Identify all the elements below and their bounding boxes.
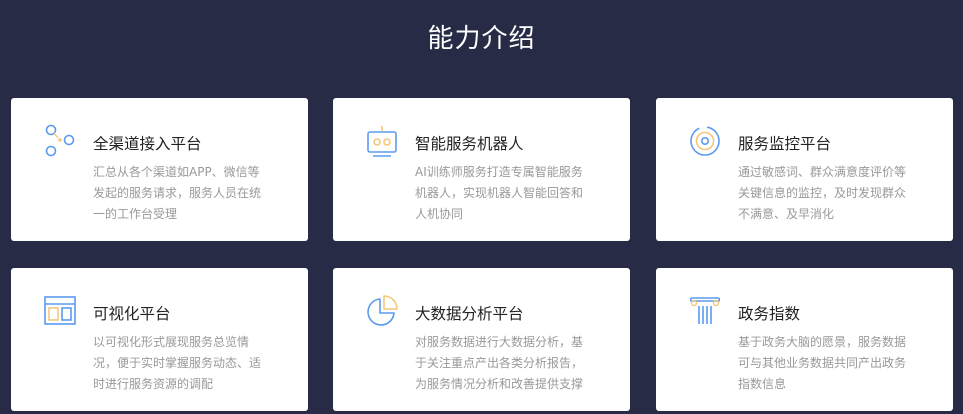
pie-chart-icon <box>365 294 399 328</box>
card-smart-robot[interactable]: 智能服务机器人 AI训练师服务打造专属智能服务机器人，实现机器人智能回答和人机协… <box>333 98 630 241</box>
monitor-icon <box>688 124 722 158</box>
card-description: 以可视化形式展现服务总览情况，便于实时掌握服务动态、适时进行服务资源的调配 <box>93 335 262 391</box>
card-description: 对服务数据进行大数据分析，基于关注重点产出各类分析报告，为服务情况分析和改善提供… <box>415 335 584 391</box>
card-title: 政务指数 <box>738 305 801 323</box>
card-description: 通过敏感词、群众满意度评价等关键信息的监控，及时发现群众不满意、及早消化 <box>738 165 907 221</box>
omni-channel-icon <box>43 124 77 158</box>
card-omni-channel[interactable]: 全渠道接入平台 汇总从各个渠道如APP、微信等发起的服务请求，服务人员在统一的工… <box>11 98 308 241</box>
page-title: 能力介绍 <box>427 24 536 54</box>
card-big-data[interactable]: 大数据分析平台 对服务数据进行大数据分析，基于关注重点产出各类分析报告，为服务情… <box>333 268 630 411</box>
card-gov-index[interactable]: 政务指数 基于政务大脑的愿景，服务数据可与其他业务数据共同产出政务指数信息 <box>656 268 953 411</box>
pillar-icon <box>688 294 722 328</box>
card-title: 服务监控平台 <box>738 135 832 153</box>
card-title: 智能服务机器人 <box>415 135 524 153</box>
card-description: AI训练师服务打造专属智能服务机器人，实现机器人智能回答和人机协同 <box>415 165 584 221</box>
card-title: 可视化平台 <box>93 305 171 323</box>
card-description: 基于政务大脑的愿景，服务数据可与其他业务数据共同产出政务指数信息 <box>738 335 907 391</box>
card-description: 汇总从各个渠道如APP、微信等发起的服务请求，服务人员在统一的工作台受理 <box>93 165 262 221</box>
robot-icon <box>365 124 399 158</box>
card-visualization[interactable]: 可视化平台 以可视化形式展现服务总览情况，便于实时掌握服务动态、适时进行服务资源… <box>11 268 308 411</box>
card-title: 大数据分析平台 <box>415 305 524 323</box>
card-service-monitor[interactable]: 服务监控平台 通过敏感词、群众满意度评价等关键信息的监控，及时发现群众不满意、及… <box>656 98 953 241</box>
card-title: 全渠道接入平台 <box>93 135 202 153</box>
visualization-icon <box>43 294 77 328</box>
